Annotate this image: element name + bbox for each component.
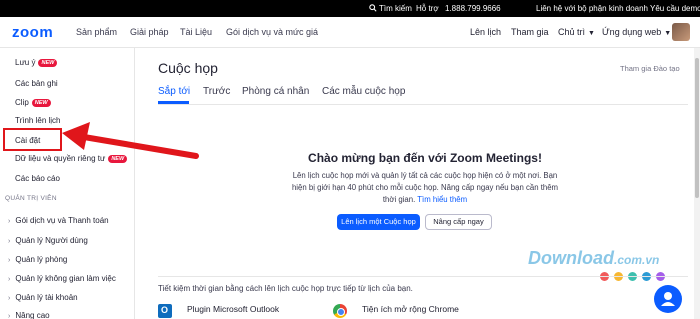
welcome-heading: Chào mừng bạn đến với Zoom Meetings! [308,151,542,165]
sidebar-item-clips[interactable]: Clip NEW [15,98,51,107]
search-icon[interactable] [369,4,377,12]
nav-host-label: Chủ trì [558,27,586,37]
sidebar-item-room-management[interactable]: › Quản lý phòng [8,255,67,264]
chevron-right-icon: › [8,313,11,319]
chevron-down-icon: ▼ [588,30,595,37]
chevron-right-icon: › [8,257,11,264]
sidebar-item-label: Gói dịch vụ và Thanh toán [15,216,109,225]
sidebar-item-label: Lưu ý [15,58,36,67]
support-link[interactable]: Hỗ trợ [416,4,439,13]
page-title: Cuộc họp [158,60,218,76]
support-chat-button[interactable] [654,285,682,313]
sidebar-item-label: Trình lên lịch [15,116,61,125]
nav-solutions[interactable]: Giải pháp [130,27,169,37]
sidebar-item-label: Quản lý phòng [15,255,68,264]
nav-web-app[interactable]: Ứng dụng web ▼ [602,27,671,37]
new-badge: NEW [31,98,51,107]
chevron-down-icon: ▼ [664,30,672,37]
schedule-meeting-button[interactable]: Lên lịch một Cuộc họp [337,214,420,230]
watermark-domain: .com.vn [614,253,660,267]
tab-meeting-templates[interactable]: Các mẫu cuộc họp [322,86,405,97]
chat-person-icon [661,292,675,306]
scrollbar-thumb[interactable] [695,58,699,198]
upgrade-now-button[interactable]: Nâng cấp ngay [425,214,492,230]
new-badge: NEW [38,58,58,67]
page-scrollbar[interactable] [694,48,700,319]
sidebar-item-label: Quản lý không gian làm việc [15,274,116,283]
nav-plans-pricing[interactable]: Gói dịch vụ và mức giá [226,27,318,37]
sidebar-item-label: Các bản ghi [15,79,58,88]
nav-resources[interactable]: Tài Liệu [180,27,212,37]
outlook-icon [158,304,172,318]
outlook-plugin-link[interactable]: Plugin Microsoft Outlook [187,304,279,314]
sidebar-item-account-management[interactable]: › Quản lý tài khoản [8,293,78,302]
sidebar-item-label: Clip [15,98,29,107]
join-training-link[interactable]: Tham gia Đào tạo [620,64,680,73]
settings-highlight-box [3,128,62,151]
chrome-icon [333,304,347,318]
sidebar-item-scheduler[interactable]: Trình lên lịch [15,116,61,125]
sidebar-item-reports[interactable]: Các báo cáo [15,174,60,183]
chrome-extension-link[interactable]: Tiện ích mở rộng Chrome [362,304,459,314]
sidebar-item-plans-billing[interactable]: › Gói dịch vụ và Thanh toán [8,216,109,225]
section-divider [158,276,688,277]
calendar-hint-text: Tiết kiệm thời gian bằng cách lên lịch c… [158,284,413,293]
sidebar: Lưu ý NEW Các bản ghi Clip NEW Trình lên l… [0,48,135,319]
main-navigation: zoom Sản phẩm Giải pháp Tài Liệu Gói dịc… [0,17,700,48]
contact-sales-link[interactable]: Liên hệ với bộ phận kinh doanh [536,4,648,13]
download-watermark: Download.com.vn [528,248,659,269]
sidebar-item-user-management[interactable]: › Quản lý Người dùng [8,236,88,245]
zoom-logo[interactable]: zoom [12,24,53,41]
meeting-tabs: Sắp tới Trước Phòng cá nhân Các mẫu cuộc… [158,86,688,105]
sidebar-item-advanced[interactable]: › Nâng cao [8,311,50,319]
welcome-description: Lên lịch cuộc họp mới và quản lý tất cả … [252,170,598,206]
sidebar-item-label: Các báo cáo [15,174,60,183]
tab-upcoming[interactable]: Sắp tới [158,86,190,97]
sidebar-item-notes[interactable]: Lưu ý NEW [15,58,58,67]
welcome-line: Lên lịch cuộc họp mới và quản lý tất cả … [292,171,558,180]
nav-schedule[interactable]: Lên lịch [470,27,501,37]
avatar[interactable] [672,23,690,41]
sidebar-item-recordings[interactable]: Các bản ghi [15,79,58,88]
nav-web-app-label: Ứng dụng web [602,27,662,37]
tab-previous[interactable]: Trước [203,86,230,97]
sidebar-item-label: Quản lý tài khoản [15,293,78,302]
welcome-line: hiện bị giới hạn 40 phút cho mỗi cuộc họ… [291,183,559,192]
sidebar-item-label: Quản lý Người dùng [15,236,88,245]
nav-products[interactable]: Sản phẩm [76,27,117,37]
welcome-line: thời gian. [382,195,416,204]
active-tab-indicator [158,101,189,104]
admin-section-heading: QUẢN TRỊ VIÊN [5,195,57,202]
chevron-right-icon: › [8,295,11,302]
request-demo-link[interactable]: Yêu cầu demo [650,4,700,13]
nav-host[interactable]: Chủ trì ▼ [558,27,595,37]
phone-number[interactable]: 1.888.799.9666 [445,4,501,13]
chevron-right-icon: › [8,238,11,245]
welcome-line-last: thời gian. Tìm hiểu thêm [252,194,598,206]
watermark-text: Download [528,248,614,268]
sidebar-item-label: Nâng cao [15,311,50,319]
nav-join[interactable]: Tham gia [511,27,549,37]
search-link[interactable]: Tìm kiếm [379,4,412,13]
top-utility-bar: Tìm kiếm Hỗ trợ 1.888.799.9666 Liên hệ v… [0,0,700,17]
red-pointer-arrow-icon [62,122,199,159]
learn-more-link[interactable]: Tìm hiểu thêm [417,195,467,204]
tab-personal-room[interactable]: Phòng cá nhân [242,86,309,97]
chevron-right-icon: › [8,276,11,283]
chevron-right-icon: › [8,218,11,225]
sidebar-item-workspace-management[interactable]: › Quản lý không gian làm việc [8,274,116,283]
